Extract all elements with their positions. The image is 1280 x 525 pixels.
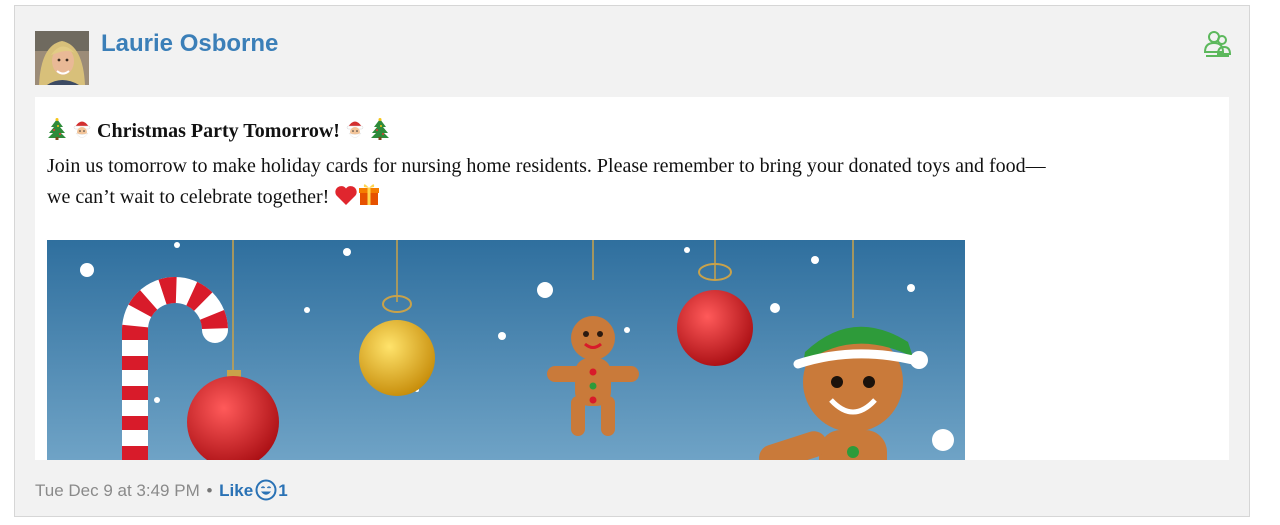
gift-icon bbox=[358, 182, 380, 206]
christmas-tree-icon bbox=[47, 118, 67, 140]
santa-face-icon bbox=[345, 118, 365, 140]
smile-reaction-icon[interactable] bbox=[255, 479, 277, 501]
group-members-icon[interactable] bbox=[1203, 28, 1232, 58]
santa-face-icon bbox=[72, 118, 92, 140]
post-title: Christmas Party Tomorrow! bbox=[47, 118, 390, 143]
avatar[interactable] bbox=[35, 31, 89, 85]
post-title-text: Christmas Party Tomorrow! bbox=[97, 120, 340, 142]
post-content: Christmas Party Tomorrow! Join us tomorr… bbox=[35, 97, 1229, 460]
post-card: Laurie Osborne Christmas Party Tomorrow!… bbox=[14, 5, 1250, 517]
post-body-line: Join us tomorrow to make holiday cards f… bbox=[47, 155, 1046, 177]
like-button[interactable]: Like bbox=[219, 481, 253, 500]
post-body-line: we can’t wait to celebrate together! bbox=[47, 186, 330, 208]
christmas-banner-image[interactable] bbox=[47, 240, 965, 460]
red-heart-icon bbox=[334, 184, 358, 206]
reaction-count[interactable]: 1 bbox=[278, 481, 287, 500]
separator-dot: • bbox=[206, 481, 213, 500]
post-body-text: Join us tomorrow to make holiday cards f… bbox=[47, 151, 1225, 213]
christmas-tree-icon bbox=[370, 118, 390, 140]
post-timestamp: Tue Dec 9 at 3:49 PM bbox=[35, 481, 200, 500]
post-footer: Tue Dec 9 at 3:49 PM • Like 1 bbox=[35, 479, 288, 501]
author-name-link[interactable]: Laurie Osborne bbox=[101, 30, 278, 58]
